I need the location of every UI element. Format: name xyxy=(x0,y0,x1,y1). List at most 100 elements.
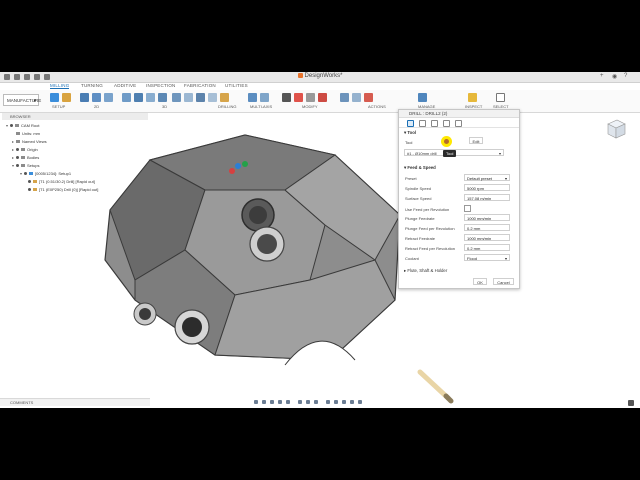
comments-bar[interactable]: COMMENTS xyxy=(0,398,150,406)
tab-turning[interactable]: TURNING xyxy=(81,83,103,88)
add-tab-icon[interactable]: + xyxy=(600,73,604,79)
orbit-icon[interactable] xyxy=(254,400,258,404)
tree-item-cam-root[interactable]: ▾ CAM Root xyxy=(6,123,39,128)
section-icon[interactable] xyxy=(326,400,330,404)
visibility-icon[interactable] xyxy=(16,148,20,152)
tree-item-setup1[interactable]: ▾ [0005/1234]: Setup1 xyxy=(20,171,71,176)
fit-icon[interactable] xyxy=(286,400,290,404)
group-2d[interactable]: 2D xyxy=(94,104,99,109)
cancel-button[interactable]: Cancel xyxy=(493,278,514,285)
notifications-icon[interactable]: ◉ xyxy=(612,73,617,80)
plunge-feed-per-rev-input[interactable]: 0.2 mm xyxy=(464,224,510,231)
coolant-dropdown[interactable]: Flood ▾ xyxy=(464,254,510,261)
preset-dropdown[interactable]: Default preset ▾ xyxy=(464,174,510,181)
tree-item-units[interactable]: Units: mm xyxy=(16,131,40,136)
feed-speed-section-header[interactable]: ▾ Feed & Speed xyxy=(404,165,436,171)
generate-icon[interactable] xyxy=(340,93,349,102)
select-icon[interactable] xyxy=(496,93,505,102)
display-settings-icon[interactable] xyxy=(298,400,302,404)
pattern-icon[interactable] xyxy=(306,93,315,102)
contour-icon[interactable] xyxy=(172,93,181,102)
tab-tool[interactable] xyxy=(407,120,414,127)
spindle-speed-input[interactable]: 5000 rpm xyxy=(464,184,510,191)
swarf-icon[interactable] xyxy=(248,93,257,102)
delete-icon[interactable] xyxy=(294,93,303,102)
multi-axis-contour-icon[interactable] xyxy=(260,93,269,102)
chevron-right-icon[interactable]: ▸ xyxy=(12,147,14,152)
pocket-icon[interactable] xyxy=(134,93,143,102)
drill-icon[interactable] xyxy=(220,93,229,102)
retract-feedrate-input[interactable]: 1000 mm/min xyxy=(464,234,510,241)
steep-shallow-icon[interactable] xyxy=(146,93,155,102)
tree-item-setups[interactable]: ▾ Setups xyxy=(12,163,39,168)
tab-heights[interactable] xyxy=(431,120,438,127)
tab-inspection[interactable]: INSPECTION xyxy=(146,83,176,88)
stock-display-icon[interactable] xyxy=(350,400,354,404)
group-modify[interactable]: MODIFY xyxy=(302,104,318,109)
face-icon[interactable] xyxy=(80,93,89,102)
chevron-down-icon[interactable]: ▾ xyxy=(20,171,22,176)
tab-linking[interactable] xyxy=(455,120,462,127)
ok-button[interactable]: OK xyxy=(473,278,487,285)
visibility-icon[interactable] xyxy=(16,156,20,160)
tab-additive[interactable]: ADDITIVE xyxy=(114,83,136,88)
manual-nc-icon[interactable] xyxy=(318,93,327,102)
tab-milling[interactable]: MILLING xyxy=(50,83,70,89)
chevron-right-icon[interactable]: ▸ xyxy=(12,139,14,144)
edit-tool-button[interactable]: Edit xyxy=(469,137,483,144)
visibility-icon[interactable] xyxy=(16,164,20,168)
scallop-icon[interactable] xyxy=(184,93,193,102)
use-feed-per-rev-checkbox[interactable] xyxy=(464,205,471,212)
visibility-icon[interactable] xyxy=(28,188,31,192)
group-actions[interactable]: ACTIONS xyxy=(368,104,386,109)
group-multi-axis[interactable]: MULTI-AXIS xyxy=(250,104,272,109)
2d-contour-icon[interactable] xyxy=(92,93,101,102)
simulate-icon[interactable] xyxy=(352,93,361,102)
setup-sheet-icon[interactable] xyxy=(62,93,71,102)
chevron-right-icon[interactable]: ▸ xyxy=(12,155,14,160)
radial-icon[interactable] xyxy=(208,93,217,102)
pan-icon[interactable] xyxy=(270,400,274,404)
browser-header[interactable]: BROWSER xyxy=(2,113,148,120)
fixture-display-icon[interactable] xyxy=(358,400,362,404)
grid-settings-icon[interactable] xyxy=(306,400,310,404)
chevron-down-icon[interactable]: ▾ xyxy=(12,163,14,168)
tree-item-named-views[interactable]: ▸ Named Views xyxy=(12,139,47,144)
visibility-icon[interactable] xyxy=(28,180,31,184)
viewports-icon[interactable] xyxy=(314,400,318,404)
tool-section-header[interactable]: ▾ Tool xyxy=(404,130,416,136)
group-3d[interactable]: 3D xyxy=(162,104,167,109)
scissors-icon[interactable] xyxy=(282,93,291,102)
surface-speed-input[interactable]: 157.08 m/min xyxy=(464,194,510,201)
toolpath-display-icon[interactable] xyxy=(342,400,346,404)
tree-item-operation-1[interactable]: [T1 (0.51/30.2) Drill] [Rapid out] xyxy=(28,179,95,184)
tab-cycle[interactable] xyxy=(443,120,450,127)
parallel-icon[interactable] xyxy=(158,93,167,102)
shaft-holder-section-header[interactable]: ▸ Flute, Shaft & Holder xyxy=(404,268,447,274)
tree-item-bodies[interactable]: ▸ Bodies xyxy=(12,155,39,160)
tab-geometry[interactable] xyxy=(419,120,426,127)
simulate-display-icon[interactable] xyxy=(334,400,338,404)
tree-item-origin[interactable]: ▸ Origin xyxy=(12,147,38,152)
view-cube[interactable] xyxy=(603,116,629,142)
help-icon[interactable]: ? xyxy=(624,73,627,79)
2d-pocket-icon[interactable] xyxy=(104,93,113,102)
measure-icon[interactable] xyxy=(468,93,477,102)
tab-fabrication[interactable]: FABRICATION xyxy=(184,83,216,88)
plunge-feedrate-input[interactable]: 1000 mm/min xyxy=(464,214,510,221)
tool-select-button[interactable] xyxy=(441,136,452,147)
visibility-icon[interactable] xyxy=(24,172,28,176)
part-model[interactable] xyxy=(95,130,425,370)
tree-item-operation-2[interactable]: [T1 (E0P250) Drill (0)] [Rapid out] xyxy=(28,187,98,192)
post-process-icon[interactable] xyxy=(364,93,373,102)
group-drilling[interactable]: DRILLING xyxy=(218,104,236,109)
horizontal-icon[interactable] xyxy=(196,93,205,102)
retract-feed-per-rev-input[interactable]: 0.2 mm xyxy=(464,244,510,251)
workspace-dropdown[interactable]: MANUFACTURE ▾ xyxy=(3,94,41,106)
tab-utilities[interactable]: UTILITIES xyxy=(225,83,248,88)
look-at-icon[interactable] xyxy=(262,400,266,404)
zoom-icon[interactable] xyxy=(278,400,282,404)
adaptive-icon[interactable] xyxy=(122,93,131,102)
visibility-icon[interactable] xyxy=(10,124,14,128)
group-setup[interactable]: SETUP xyxy=(52,104,65,109)
